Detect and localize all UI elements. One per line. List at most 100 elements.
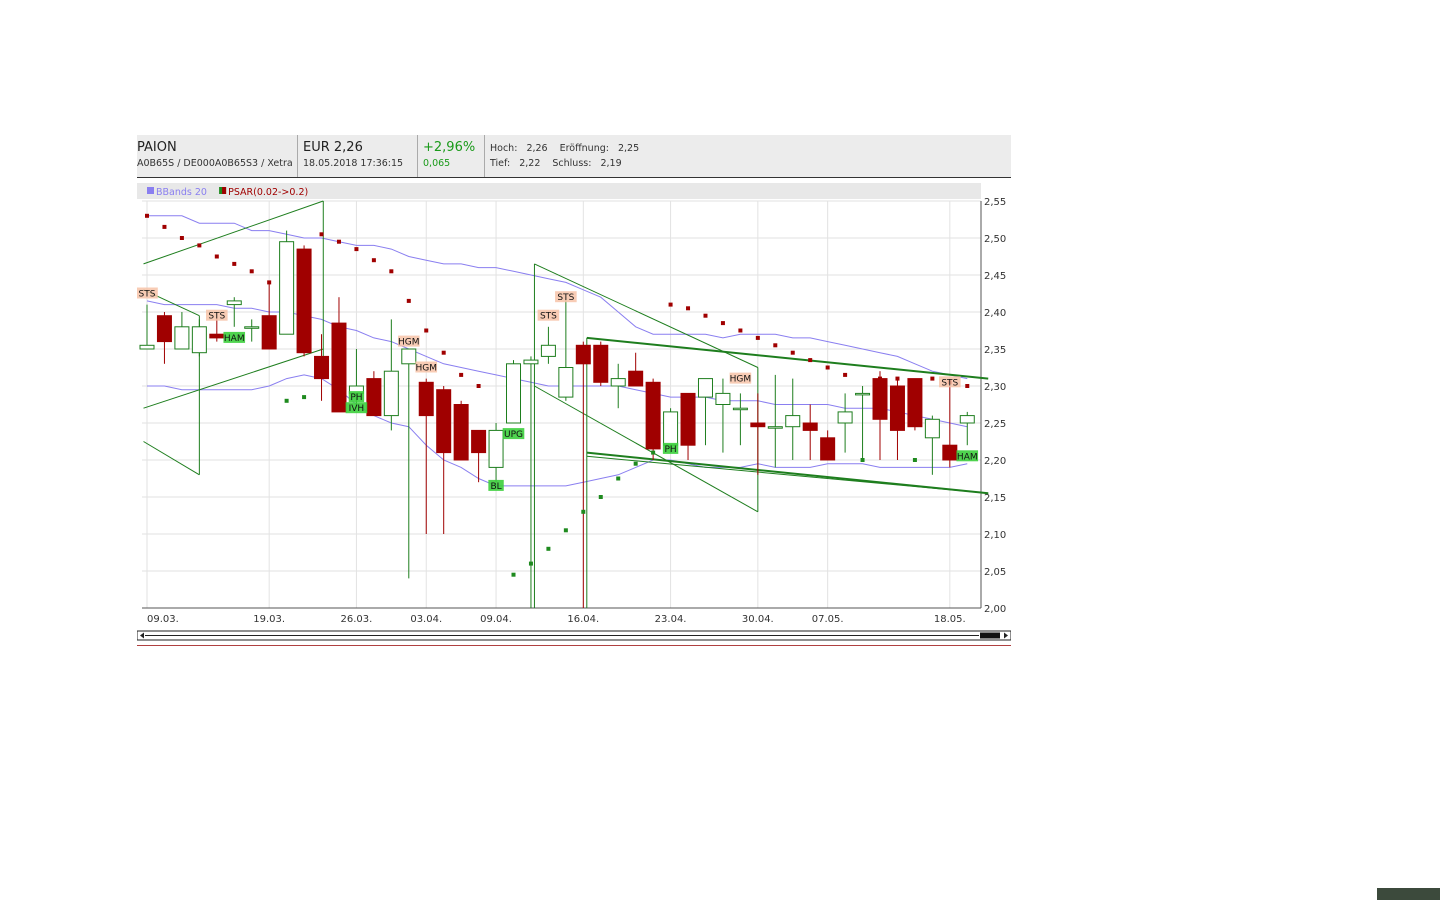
- time-scrollbar[interactable]: [137, 630, 1011, 642]
- high-value: 2,26: [526, 143, 548, 154]
- psar-point: [686, 306, 691, 311]
- psar-point: [720, 321, 725, 326]
- candle-down: [680, 392, 696, 446]
- candle-up: [697, 378, 713, 398]
- trend-line: [586, 336, 989, 380]
- psar-point: [389, 269, 394, 274]
- candle-up: [558, 367, 574, 398]
- pattern-label: BL: [490, 482, 501, 492]
- candle-down: [942, 444, 958, 461]
- bband-lower-line: [147, 374, 968, 487]
- y-tick-label: 2,40: [984, 308, 1006, 319]
- pattern-label: HAM: [224, 334, 245, 344]
- pattern-label: PH: [664, 445, 676, 455]
- psar-point: [406, 298, 411, 303]
- last-price: EUR 2,26: [303, 140, 363, 155]
- x-tick-label: 09.04.: [480, 614, 512, 625]
- pattern-label: PH: [350, 393, 362, 403]
- price-cell: EUR 2,26 18.05.2018 17:36:15: [298, 135, 418, 177]
- candle-up: [506, 363, 522, 424]
- psar-point: [912, 458, 917, 462]
- psar-point: [860, 458, 865, 462]
- candle-down: [802, 422, 818, 431]
- candle-up: [610, 378, 626, 387]
- candle-down: [314, 355, 330, 380]
- pattern-label: HGM: [398, 338, 420, 348]
- trend-line: [586, 451, 989, 495]
- psar-point: [878, 376, 883, 381]
- candle-up: [244, 326, 260, 329]
- high-label: Hoch:: [490, 143, 518, 154]
- candle-down: [872, 378, 888, 420]
- candle-down: [209, 333, 225, 339]
- candlestick-chart[interactable]: BBands 20 PSAR(0.02->0.2) 2,55 2,50 2,45 2,40…: [137, 183, 1011, 625]
- psar-point: [581, 509, 586, 514]
- ohlc-row-high-open: Hoch: 2,26 Eröffnung: 2,25: [490, 143, 651, 154]
- legend-entry: BBands 20: [156, 187, 207, 198]
- psar-point: [162, 224, 167, 229]
- psar-point: [563, 528, 568, 533]
- instrument-cell: PAION A0B65S / DE000A0B65S3 / Xetra: [137, 135, 298, 177]
- candle-up: [383, 370, 399, 417]
- pattern-label: UPG: [504, 430, 523, 440]
- pattern-label: HGM: [415, 364, 437, 374]
- candle-up: [540, 344, 556, 357]
- psar-point: [284, 398, 289, 403]
- psar-point: [668, 302, 673, 307]
- candle-up: [191, 326, 207, 354]
- legend-entry: PSAR(0.02->0.2): [228, 187, 308, 198]
- psar-point: [424, 328, 429, 333]
- legend-swatch: [147, 187, 154, 194]
- psar-point: [790, 350, 795, 355]
- y-tick-label: 2,25: [984, 419, 1006, 430]
- psar-point: [476, 384, 481, 388]
- psar-point: [930, 376, 935, 381]
- psar-point: [843, 372, 848, 377]
- psar-point: [179, 236, 184, 240]
- candle-down: [418, 381, 434, 417]
- corner-bar: [1377, 888, 1440, 900]
- close-value: 2,19: [600, 158, 622, 169]
- candle-down: [628, 370, 644, 387]
- pattern-label: STS: [557, 293, 574, 303]
- candle-up: [785, 415, 801, 428]
- candle-down: [645, 381, 661, 450]
- psar-point: [249, 269, 254, 274]
- pattern-label: HAM: [957, 452, 978, 462]
- psar-point: [511, 572, 516, 577]
- instrument-ids: A0B65S / DE000A0B65S3 / Xetra: [137, 158, 293, 169]
- candle-up: [226, 300, 242, 306]
- scrollbar-thumb[interactable]: [980, 632, 1000, 639]
- psar-point: [232, 261, 237, 266]
- candle-down: [889, 385, 905, 431]
- psar-point: [214, 254, 219, 259]
- x-tick-label: 30.04.: [742, 614, 774, 625]
- trend-line: [143, 200, 324, 265]
- trend-line: [586, 455, 989, 494]
- psar-point: [738, 328, 743, 333]
- ohlc-cell: Hoch: 2,26 Eröffnung: 2,25 Tief: 2,22 Schl…: [485, 135, 1011, 177]
- ohlc-row-low-close: Tief: 2,22 Schluss: 2,19: [490, 158, 634, 169]
- psar-point: [598, 495, 603, 499]
- candle-down: [820, 437, 836, 461]
- candle-up: [837, 411, 853, 424]
- psar-point: [773, 343, 778, 348]
- psar-point: [633, 461, 638, 466]
- y-tick-label: 2,50: [984, 234, 1006, 245]
- quote-header: PAION A0B65S / DE000A0B65S3 / Xetra EUR …: [137, 135, 1011, 178]
- psar-point: [755, 335, 760, 340]
- pattern-label: STS: [208, 312, 225, 322]
- psar-point: [441, 350, 446, 355]
- instrument-name: PAION: [137, 140, 177, 155]
- candle-up: [279, 241, 295, 335]
- y-tick-label: 2,05: [984, 567, 1006, 578]
- x-tick-label: 16.04.: [567, 614, 599, 625]
- candle-up: [401, 348, 417, 365]
- pattern-label: STS: [941, 378, 958, 388]
- psar-point: [616, 476, 621, 481]
- psar-point: [459, 372, 464, 377]
- candle-up: [488, 429, 504, 468]
- psar-point: [528, 561, 533, 566]
- change-percent: +2,96%: [423, 140, 476, 155]
- candle-down: [331, 322, 347, 413]
